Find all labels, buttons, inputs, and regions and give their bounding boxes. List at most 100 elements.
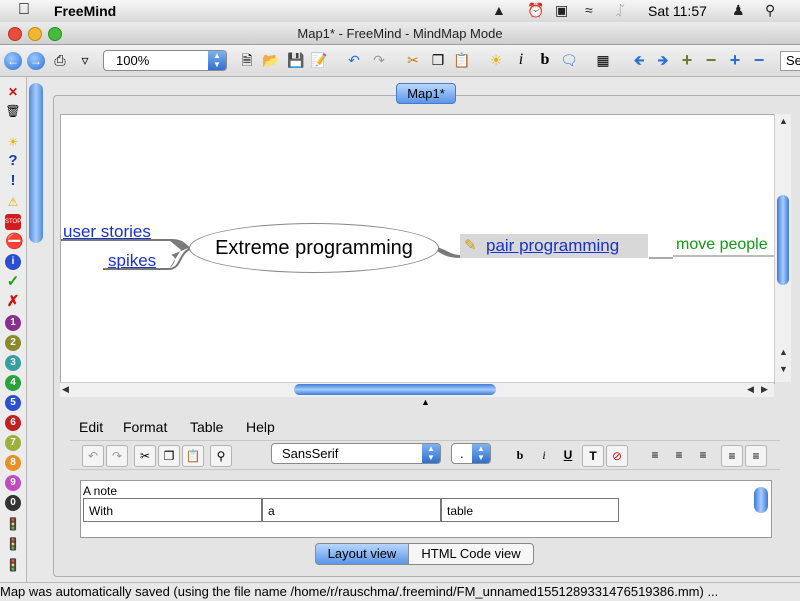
priority-1-icon[interactable]: 1	[5, 315, 21, 331]
evernote-icon[interactable]: ▲	[492, 2, 506, 18]
save-icon[interactable]: 💾	[287, 51, 305, 69]
note-bullet-list-icon[interactable]: ≡	[721, 445, 743, 467]
node-pair-programming[interactable]: pair programming	[486, 236, 619, 256]
map-horizontal-scroll-thumb[interactable]	[294, 384, 496, 395]
copy-icon[interactable]: ❐	[429, 51, 447, 69]
alarm-icon[interactable]: ⏰	[527, 2, 544, 19]
root-node[interactable]: Extreme programming	[189, 223, 439, 273]
note-align-left-icon[interactable]: ≡	[645, 445, 665, 465]
note-scroll-thumb[interactable]	[754, 487, 768, 513]
exclamation-icon[interactable]: !	[5, 173, 21, 189]
left-arrow-icon[interactable]: 🡸	[630, 51, 648, 69]
note-cut-icon[interactable]: ✂	[134, 445, 156, 467]
checkmark-icon[interactable]: ✓	[5, 274, 21, 290]
tab-map1[interactable]: Map1*	[396, 83, 456, 104]
node-move-people[interactable]: move people	[676, 236, 768, 254]
remove-last-icon[interactable]: ✕	[5, 84, 21, 100]
grid-icon[interactable]: ▦	[594, 51, 612, 69]
bold-icon[interactable]: b	[536, 51, 554, 69]
print-icon[interactable]: ⎙	[51, 51, 69, 69]
scroll-up-icon[interactable]: ▲	[779, 116, 788, 126]
note-numbered-list-icon[interactable]: ≡	[745, 445, 767, 467]
priority-5-icon[interactable]: 5	[5, 395, 21, 411]
forward-icon[interactable]: →	[27, 52, 45, 70]
trash-icon[interactable]: 🗑	[5, 103, 21, 119]
cut-icon[interactable]: ✂	[404, 51, 422, 69]
note-align-right-icon[interactable]: ≡	[693, 445, 713, 465]
remove-blue-icon[interactable]: −	[750, 51, 768, 69]
lightbulb-icon[interactable]: ☀	[5, 134, 21, 150]
filter-icon[interactable]: ▿	[76, 51, 94, 69]
open-file-icon[interactable]: 📂	[262, 51, 280, 69]
note-italic-icon[interactable]: i	[534, 445, 554, 465]
add-blue-icon[interactable]: +	[726, 51, 744, 69]
user-icon[interactable]: ♟	[732, 2, 745, 19]
traffic-light-red-icon[interactable]: 🚦	[5, 516, 21, 532]
wifi-icon[interactable]: ≈	[585, 2, 593, 18]
note-table-cell[interactable]: a	[262, 498, 441, 522]
map-vertical-scroll-thumb[interactable]	[777, 195, 789, 285]
priority-9-icon[interactable]: 9	[5, 475, 21, 491]
note-menu-table[interactable]: Table	[190, 419, 223, 435]
tab-layout-view[interactable]: Layout view	[315, 543, 409, 565]
note-align-center-icon[interactable]: ≡	[669, 445, 689, 465]
undo-icon[interactable]: ↶	[345, 51, 363, 69]
scroll-left-icon[interactable]: ◀	[62, 384, 69, 395]
app-name-menu[interactable]: FreeMind	[54, 3, 116, 19]
node-spikes[interactable]: spikes	[108, 251, 156, 271]
note-menu-format[interactable]: Format	[123, 419, 167, 435]
priority-0-icon[interactable]: 0	[5, 495, 21, 511]
priority-4-icon[interactable]: 4	[5, 375, 21, 391]
note-font-family-select[interactable]: SansSerif ▲ ▼	[271, 443, 441, 464]
note-table-cell[interactable]: With	[83, 498, 262, 522]
note-table-cell[interactable]: table	[441, 498, 619, 522]
scroll-down-icon[interactable]: ▼	[779, 364, 788, 374]
stop-icon[interactable]: STOP	[5, 214, 21, 230]
save-as-icon[interactable]: 📝	[310, 51, 328, 69]
paste-icon[interactable]: 📋	[453, 51, 471, 69]
note-redo-icon[interactable]: ↷	[106, 445, 128, 467]
scroll-up-lower-icon[interactable]: ▲	[779, 347, 788, 357]
zoom-select[interactable]: 100% ▲ ▼	[103, 50, 227, 71]
note-bubble-icon[interactable]: 🗨	[560, 51, 578, 69]
icon-toolbar-scrollbar[interactable]	[29, 83, 43, 243]
priority-6-icon[interactable]: 6	[5, 415, 21, 431]
priority-2-icon[interactable]: 2	[5, 335, 21, 351]
remove-green-icon[interactable]: −	[702, 51, 720, 69]
question-icon[interactable]: ?	[5, 153, 21, 169]
info-icon[interactable]: i	[5, 254, 21, 270]
no-entry-icon[interactable]: ⛔	[5, 234, 24, 250]
cross-icon[interactable]: ✗	[5, 294, 21, 310]
redo-icon[interactable]: ↷	[370, 51, 388, 69]
zoom-dropdown-icon[interactable]: ▲ ▼	[208, 51, 226, 70]
tab-html-code-view[interactable]: HTML Code view	[408, 543, 534, 565]
display-icon[interactable]: ▣	[555, 2, 568, 19]
priority-3-icon[interactable]: 3	[5, 355, 21, 371]
note-undo-icon[interactable]: ↶	[82, 445, 104, 467]
scroll-left-lower-icon[interactable]: ◀	[747, 384, 754, 395]
node-user-stories[interactable]: user stories	[63, 222, 151, 242]
traffic-light-yellow-icon[interactable]: 🚦	[5, 536, 21, 552]
font-family-dropdown-icon[interactable]: ▲ ▼	[422, 444, 440, 463]
search-field[interactable]: Se	[780, 51, 800, 71]
bluetooth-icon[interactable]: ᛢ	[616, 2, 624, 18]
note-find-icon[interactable]: ⚲	[210, 445, 232, 467]
idea-icon[interactable]: ☀	[487, 51, 505, 69]
new-map-icon[interactable]: 🗎	[238, 51, 256, 69]
back-icon[interactable]: ←	[4, 52, 22, 70]
note-font-size-select[interactable]: . ▲ ▼	[451, 443, 491, 464]
note-menu-help[interactable]: Help	[246, 419, 275, 435]
priority-8-icon[interactable]: 8	[5, 455, 21, 471]
menubar-clock[interactable]: Sat 11:57	[648, 3, 707, 19]
scroll-right-icon[interactable]: ▶	[761, 384, 768, 395]
traffic-light-green-icon[interactable]: 🚦	[5, 557, 21, 573]
font-size-dropdown-icon[interactable]: ▲ ▼	[472, 444, 490, 463]
add-green-icon[interactable]: +	[678, 51, 696, 69]
note-bold-icon[interactable]: b	[510, 445, 530, 465]
apple-icon[interactable]: 	[18, 1, 30, 19]
italic-icon[interactable]: i	[512, 51, 530, 69]
spotlight-icon[interactable]: ⚲	[765, 2, 775, 19]
note-menu-edit[interactable]: Edit	[79, 419, 103, 435]
priority-7-icon[interactable]: 7	[5, 435, 21, 451]
note-clear-format-icon[interactable]: ⊘	[606, 445, 628, 467]
